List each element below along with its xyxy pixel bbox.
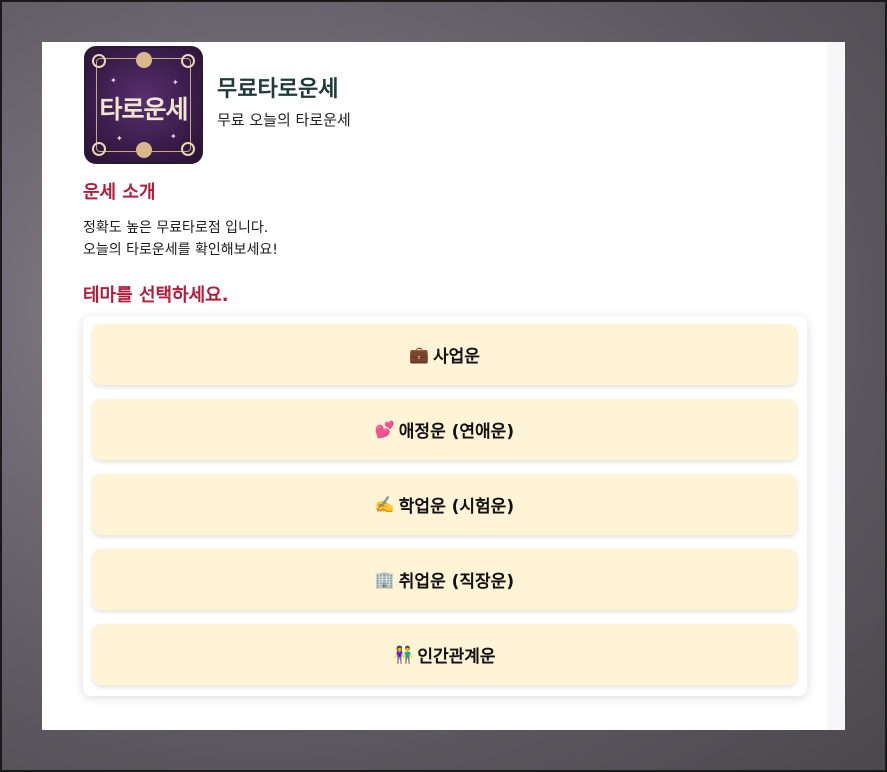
theme-label: 인간관계운 <box>417 647 496 667</box>
star-icon: ✦ <box>110 76 117 85</box>
title-block: 무료타로운세 무료 오늘의 타로운세 <box>217 71 351 130</box>
theme-button-business[interactable]: 💼 사업운 <box>92 324 797 385</box>
moon-icon <box>92 54 106 68</box>
app-header: ✦ ✦ ✦ ✦ 타로운세 무료타로운세 무료 오늘의 타로운세 <box>84 46 351 164</box>
star-icon: ✦ <box>172 78 179 87</box>
theme-label: 취업운 (직장운) <box>398 572 515 592</box>
theme-label: 사업운 <box>433 347 480 367</box>
panel-edge <box>827 42 845 730</box>
app-subtitle: 무료 오늘의 타로운세 <box>217 111 351 129</box>
sun-icon <box>135 142 152 158</box>
theme-button-relationship[interactable]: 👫 인간관계운 <box>92 624 797 685</box>
logo-text: 타로운세 <box>99 95 188 124</box>
theme-heading: 테마를 선택하세요. <box>83 285 229 306</box>
theme-button-study[interactable]: ✍️ 학업운 (시험운) <box>92 474 797 535</box>
moon-icon <box>181 142 195 156</box>
app-title: 무료타로운세 <box>217 77 339 102</box>
theme-label: 애정운 (연애운) <box>398 422 515 442</box>
intro-line: 정확도 높은 무료타로점 입니다. <box>83 220 269 236</box>
intro-text: 정확도 높은 무료타로점 입니다. 오늘의 타로운세를 확인해보세요! <box>83 217 278 261</box>
intro-heading: 운세 소개 <box>83 182 156 203</box>
office-building-icon: 🏢 <box>374 570 395 589</box>
theme-button-love[interactable]: 💕 애정운 (연애운) <box>92 399 797 460</box>
briefcase-icon: 💼 <box>409 345 429 364</box>
theme-list: 💼 사업운 💕 애정운 (연애운) ✍️ 학업운 (시험운) 🏢 취업운 (직장… <box>83 316 807 696</box>
sun-icon <box>135 52 152 68</box>
star-icon: ✦ <box>170 132 177 141</box>
hearts-icon: 💕 <box>374 420 395 439</box>
main-panel: ✦ ✦ ✦ ✦ 타로운세 무료타로운세 무료 오늘의 타로운세 운세 소개 정확… <box>42 42 845 730</box>
moon-icon <box>181 54 195 68</box>
app-logo: ✦ ✦ ✦ ✦ 타로운세 <box>84 46 203 164</box>
star-icon: ✦ <box>116 134 123 143</box>
moon-icon <box>92 142 106 156</box>
theme-label: 학업운 (시험운) <box>398 497 515 517</box>
theme-button-career[interactable]: 🏢 취업운 (직장운) <box>92 549 797 610</box>
intro-line: 오늘의 타로운세를 확인해보세요! <box>83 242 278 258</box>
writing-hand-icon: ✍️ <box>374 495 395 514</box>
people-icon: 👫 <box>393 645 414 664</box>
